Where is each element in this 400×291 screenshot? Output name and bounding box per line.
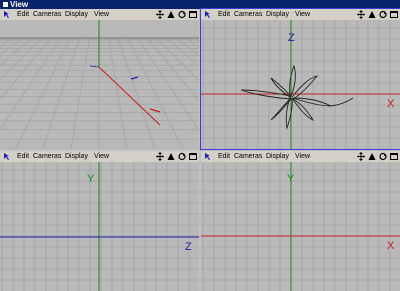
dolly-icon[interactable]: [368, 10, 376, 19]
window-title-bar: View: [0, 0, 400, 9]
perspective-view[interactable]: [0, 20, 199, 149]
menu-edit[interactable]: Edit: [17, 151, 29, 162]
menu-display[interactable]: Display: [266, 151, 289, 162]
menu-cameras[interactable]: Cameras: [33, 151, 61, 162]
menu-display[interactable]: Display: [65, 151, 88, 162]
pan-icon[interactable]: [357, 10, 366, 19]
ortho-grid: Y Z: [0, 162, 199, 291]
window-menu-icon[interactable]: [3, 2, 8, 7]
rotate-icon[interactable]: [379, 152, 387, 161]
axis-label-horizontal: Z: [185, 241, 192, 253]
viewport-menu-bar: Edit Cameras Display View: [0, 151, 199, 162]
viewport-frame: Edit Cameras Display View Edit Cameras D…: [0, 8, 400, 291]
rotate-icon[interactable]: [178, 152, 186, 161]
viewport-side[interactable]: Edit Cameras Display View Y Z: [0, 151, 199, 291]
menu-view[interactable]: View: [295, 151, 310, 162]
menu-view[interactable]: View: [94, 9, 109, 20]
select-tool-icon[interactable]: [3, 152, 13, 161]
maximize-icon[interactable]: [189, 10, 197, 19]
select-tool-icon[interactable]: [204, 10, 214, 19]
window-title: View: [10, 0, 29, 9]
maximize-icon[interactable]: [390, 152, 398, 161]
viewport-menu-bar: Edit Cameras Display View: [0, 9, 199, 20]
pan-icon[interactable]: [156, 152, 165, 161]
menu-edit[interactable]: Edit: [17, 9, 29, 20]
ortho-view[interactable]: Z X: [201, 20, 400, 149]
menu-view[interactable]: View: [295, 9, 310, 20]
axis-label-horizontal: X: [387, 98, 395, 110]
menu-display[interactable]: Display: [65, 9, 88, 20]
ortho-grid: Z X: [201, 20, 400, 149]
menu-view[interactable]: View: [94, 151, 109, 162]
axis-label-vertical: Y: [287, 173, 295, 185]
select-tool-icon[interactable]: [3, 10, 13, 19]
viewport-menu-bar: Edit Cameras Display View: [201, 151, 400, 162]
menu-edit[interactable]: Edit: [218, 151, 230, 162]
ortho-view[interactable]: Y X: [201, 162, 400, 291]
pan-icon[interactable]: [357, 152, 366, 161]
menu-edit[interactable]: Edit: [218, 9, 230, 20]
rotate-icon[interactable]: [379, 10, 387, 19]
axis-label-vertical: Y: [87, 173, 95, 185]
viewport-front-xy[interactable]: Edit Cameras Display View Y X: [201, 151, 400, 291]
menu-cameras[interactable]: Cameras: [33, 9, 61, 20]
maximize-icon[interactable]: [390, 10, 398, 19]
viewport-front[interactable]: Edit Cameras Display View Z X: [200, 8, 400, 150]
menu-display[interactable]: Display: [266, 9, 289, 20]
menu-cameras[interactable]: Cameras: [234, 9, 262, 20]
ortho-grid: Y X: [201, 162, 400, 291]
maximize-icon[interactable]: [189, 152, 197, 161]
axis-label-horizontal: X: [387, 240, 395, 252]
perspective-grid: [0, 20, 199, 149]
menu-cameras[interactable]: Cameras: [234, 151, 262, 162]
dolly-icon[interactable]: [167, 10, 175, 19]
pan-icon[interactable]: [156, 10, 165, 19]
viewport-menu-bar: Edit Cameras Display View: [201, 9, 400, 20]
axis-label-vertical: Z: [288, 32, 295, 44]
select-tool-icon[interactable]: [204, 152, 214, 161]
viewport-perspective[interactable]: Edit Cameras Display View: [0, 9, 199, 149]
dolly-icon[interactable]: [167, 152, 175, 161]
rotate-icon[interactable]: [178, 10, 186, 19]
ortho-view[interactable]: Y Z: [0, 162, 199, 291]
dolly-icon[interactable]: [368, 152, 376, 161]
